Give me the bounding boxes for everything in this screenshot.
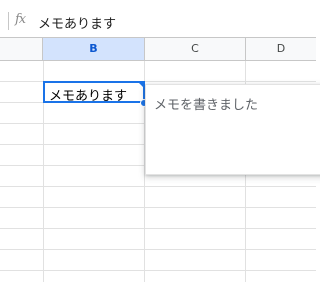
column-header-c[interactable]: C: [145, 38, 246, 61]
formula-bar: fx メモあります: [0, 0, 316, 38]
active-cell[interactable]: メモあります: [43, 81, 145, 104]
column-header-d[interactable]: D: [246, 38, 316, 61]
formula-bar-divider: [8, 12, 9, 30]
note-indicator-icon: [137, 81, 144, 88]
note-text[interactable]: メモを書きました: [154, 94, 258, 113]
column-header-b[interactable]: B: [43, 38, 145, 61]
function-icon: fx: [15, 12, 26, 27]
row-header-corner[interactable]: [0, 38, 43, 61]
note-popup[interactable]: メモを書きました: [145, 84, 320, 175]
formula-input[interactable]: メモあります: [38, 13, 116, 32]
active-cell-value: メモあります: [49, 89, 128, 104]
